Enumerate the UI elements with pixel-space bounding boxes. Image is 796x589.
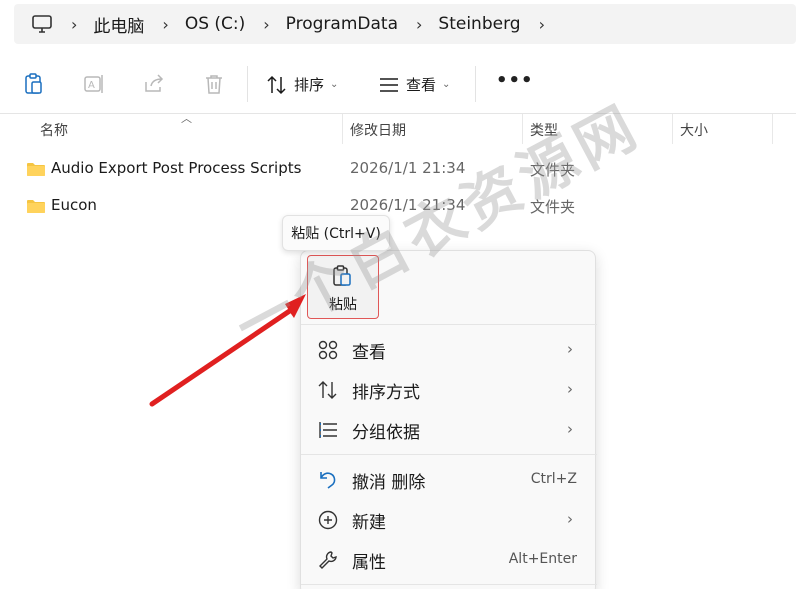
toolbar-divider: [247, 66, 248, 102]
breadcrumb-programdata[interactable]: ProgramData: [286, 14, 398, 34]
menu-item-view[interactable]: 查看 ›: [301, 330, 597, 370]
file-row[interactable]: Audio Export Post Process Scripts 2026/1…: [0, 152, 796, 188]
file-date: 2026/1/1 21:34: [350, 196, 466, 214]
group-by-icon: [317, 419, 339, 441]
rename-icon[interactable]: A: [82, 72, 106, 96]
folder-icon: [27, 161, 45, 176]
breadcrumb-steinberg[interactable]: Steinberg: [438, 14, 520, 34]
sort-button[interactable]: 排序 ⌄: [266, 74, 338, 95]
chevron-down-icon: ⌄: [330, 79, 339, 90]
properties-wrench-icon: [317, 549, 339, 571]
shortcut-label: Alt+Enter: [508, 551, 577, 567]
menu-separator: [301, 324, 597, 325]
paste-tooltip: 粘贴 (Ctrl+V): [282, 215, 390, 251]
menu-separator: [301, 454, 597, 455]
folder-icon: [27, 198, 45, 213]
sort-icon: [267, 75, 286, 94]
menu-item-label: 查看: [352, 343, 386, 363]
chevron-down-icon: ⌄: [442, 79, 451, 90]
menu-item-label: 新建: [352, 513, 386, 533]
menu-item-sort-by[interactable]: 排序方式 ›: [301, 370, 597, 410]
chevron-right-icon: ›: [567, 420, 573, 438]
chevron-right-icon[interactable]: ›: [416, 15, 422, 34]
column-divider[interactable]: [772, 114, 773, 144]
sort-icon: [317, 379, 339, 401]
paste-icon: [332, 264, 354, 288]
command-bar: A 排序 ⌄ 查看 ⌄ •••: [0, 54, 796, 114]
menu-item-new[interactable]: 新建 ›: [301, 500, 597, 540]
column-divider[interactable]: [522, 114, 523, 144]
chevron-right-icon: ›: [567, 340, 573, 358]
svg-text:A: A: [88, 80, 95, 91]
delete-icon[interactable]: [202, 72, 226, 96]
menu-item-properties[interactable]: 属性 Alt+Enter: [301, 540, 597, 580]
sort-label: 排序: [294, 76, 325, 94]
menu-item-label: 分组依据: [352, 423, 420, 443]
address-bar[interactable]: › 此电脑 › OS (C:) › ProgramData › Steinber…: [14, 4, 796, 44]
column-header-name[interactable]: 名称: [40, 120, 68, 140]
menu-item-undo-delete[interactable]: 撤消 删除 Ctrl+Z: [301, 460, 597, 500]
column-header-size[interactable]: 大小: [680, 120, 708, 140]
breadcrumb-os-c[interactable]: OS (C:): [185, 14, 245, 34]
grid-view-icon: [317, 339, 339, 361]
shortcut-label: Ctrl+Z: [530, 471, 577, 487]
column-header-date[interactable]: 修改日期: [350, 120, 406, 140]
file-name: Audio Export Post Process Scripts: [51, 159, 302, 177]
breadcrumb-this-pc[interactable]: 此电脑: [93, 12, 144, 37]
menu-item-label: 属性: [352, 553, 386, 573]
share-icon[interactable]: [142, 72, 166, 96]
view-list-icon: [380, 77, 398, 92]
menu-item-label: 排序方式: [352, 383, 420, 403]
chevron-right-icon: ›: [567, 510, 573, 528]
file-type: 文件夹: [530, 161, 576, 179]
chevron-right-icon: ›: [567, 380, 573, 398]
chevron-right-icon[interactable]: ›: [539, 15, 545, 34]
paste-button[interactable]: 粘贴: [307, 255, 379, 319]
menu-item-group-by[interactable]: 分组依据 ›: [301, 410, 597, 450]
column-divider[interactable]: [672, 114, 673, 144]
chevron-right-icon[interactable]: ›: [263, 15, 269, 34]
sort-ascending-icon: ︿: [181, 112, 192, 125]
file-type: 文件夹: [530, 198, 576, 216]
context-menu: 粘贴 查看 › 排序方式 › 分组依据 › 撤消 删除 Ctrl+Z 新建 › …: [300, 250, 597, 589]
new-icon: [317, 509, 339, 531]
column-header-type[interactable]: 类型: [530, 120, 558, 140]
file-date: 2026/1/1 21:34: [350, 159, 466, 177]
toolbar-bottom-border: [0, 113, 796, 114]
chevron-right-icon[interactable]: ›: [71, 15, 77, 34]
this-pc-icon[interactable]: [31, 13, 53, 35]
file-row[interactable]: Eucon 2026/1/1 21:34 文件夹: [0, 189, 796, 225]
more-options-button[interactable]: •••: [496, 70, 534, 91]
paste-label: 粘贴: [329, 297, 357, 313]
toolbar-divider: [475, 66, 476, 102]
view-button[interactable]: 查看 ⌄: [378, 74, 450, 95]
undo-icon: [317, 469, 339, 491]
paste-icon[interactable]: [22, 72, 46, 96]
menu-item-label: 撤消 删除: [352, 473, 426, 493]
column-divider[interactable]: [342, 114, 343, 144]
view-label: 查看: [406, 76, 437, 94]
menu-separator: [301, 584, 597, 585]
file-name: Eucon: [51, 196, 97, 214]
chevron-right-icon[interactable]: ›: [162, 15, 168, 34]
